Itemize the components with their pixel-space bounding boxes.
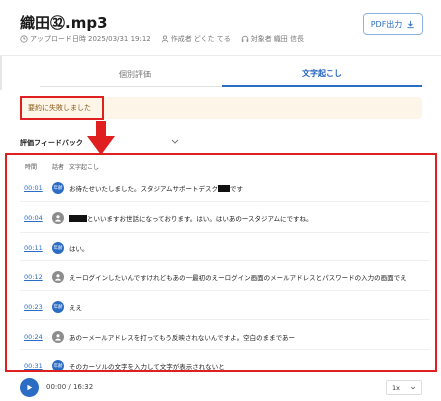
redaction-block: [69, 215, 87, 222]
person-icon: [55, 215, 61, 222]
transcript-row: 00:01 年齢 お待たせいたしました。スタジアムサポートデスク です: [7, 178, 435, 198]
pdf-export-button[interactable]: PDF出力: [363, 13, 423, 35]
customer-avatar: [52, 271, 64, 283]
row-divider: [20, 349, 430, 350]
creator-label: 作成者: [170, 35, 192, 43]
transcript-text: えーログインしたいんですけれどもあの一最初のえーログイン画面のメールアドレスとパ…: [69, 274, 407, 282]
transcript-row: 00:11 年齢 はい。: [7, 238, 435, 258]
clock-icon: [20, 35, 28, 43]
transcript-header: 時間 話者 文字起こし: [25, 162, 99, 171]
transcript-row: 00:31 年齢 そのカーソルの文字を入力して文字が表示されないと: [7, 356, 435, 371]
transcript-text: そのカーソルの文字を入力して文字が表示されないと: [69, 363, 225, 371]
creator-name: どくた てる: [193, 35, 231, 43]
header-text: 文字起こし: [69, 164, 100, 171]
timestamp-link[interactable]: 00:11: [24, 244, 43, 252]
agent-avatar: 年齢: [52, 301, 64, 313]
timestamp-link[interactable]: 00:12: [24, 273, 43, 281]
transcript-text: あのーメールアドレスを打ってもう反映されないんですよ。空白のままであー: [69, 334, 296, 342]
audio-player: 00:00 / 16:32 1x: [0, 374, 441, 401]
row-divider: [20, 260, 430, 261]
upload-info: アップロード日時 2025/03/31 19:12: [20, 34, 151, 44]
transcript-text: はい。: [69, 245, 89, 253]
agent-avatar: 年齢: [52, 360, 64, 370]
tab-individual-evaluation[interactable]: 個別評価: [40, 62, 230, 87]
transcript-text-after: といいますお世話になっております。はい。はいあのースタジアムにですね。: [87, 215, 313, 223]
play-button[interactable]: [20, 378, 39, 397]
agent-avatar-label: 年齢: [53, 246, 63, 251]
playback-speed-value: 1x: [392, 383, 400, 392]
file-meta: アップロード日時 2025/03/31 19:12 作成者 どくた てる 対象者…: [20, 34, 304, 44]
transcript-row: 00:04 といいますお世話になっております。はい。はいあのースタジアムにですね…: [7, 208, 435, 228]
headset-icon: [241, 35, 248, 42]
transcript-text: といいますお世話になっております。はい。はいあのースタジアムにですね。: [69, 213, 313, 223]
timestamp-link[interactable]: 00:01: [24, 184, 43, 192]
upload-datetime: 2025/03/31 19:12: [88, 35, 151, 43]
person-icon: [55, 334, 61, 341]
annotation-arrow-icon: [87, 121, 115, 155]
transcript-row: 00:24 あのーメールアドレスを打ってもう反映されないんですよ。空白のままであ…: [7, 327, 435, 347]
agent-avatar: 年齢: [52, 242, 64, 254]
transcript-row: 00:23 年齢 ええ: [7, 297, 435, 317]
redaction-block: [218, 185, 231, 192]
timestamp-link[interactable]: 00:24: [24, 333, 43, 341]
customer-avatar: [52, 331, 64, 343]
warning-message: 要約に失敗しました: [20, 96, 104, 120]
transcript-text-before: お待たせいたしました。スタジアムサポートデスク: [69, 185, 219, 193]
pdf-export-label: PDF出力: [370, 19, 403, 29]
header-time: 時間: [25, 164, 38, 171]
agent-avatar-label: 年齢: [53, 186, 63, 191]
play-icon: [27, 384, 33, 391]
header-speaker: 話者: [52, 164, 65, 171]
row-divider: [20, 290, 430, 291]
row-divider: [20, 319, 430, 320]
person-icon: [55, 274, 61, 281]
feedback-title: 評価フィードバック: [20, 139, 83, 147]
agent-avatar-label: 年齢: [53, 305, 63, 310]
transcript-text: お待たせいたしました。スタジアムサポートデスク です: [69, 183, 243, 193]
timestamp-link[interactable]: 00:04: [24, 214, 43, 222]
chevron-down-icon[interactable]: [170, 138, 180, 146]
playback-speed-select[interactable]: 1x: [386, 380, 422, 395]
transcript-row: 00:12 えーログインしたいんですけれどもあの一最初のえーログイン画面のメール…: [7, 267, 435, 287]
upload-label: アップロード日時: [30, 35, 86, 43]
customer-avatar: [52, 212, 64, 224]
warning-text: 要約に失敗しました: [28, 104, 91, 112]
header-divider: [0, 55, 441, 56]
chevron-down-icon: [410, 386, 416, 389]
tab-transcription[interactable]: 文字起こし: [222, 62, 422, 87]
agent-avatar-label: 年齢: [53, 364, 63, 369]
creator-info: 作成者 どくた てる: [161, 34, 231, 44]
tab-bar: 個別評価 文字起こし: [0, 62, 441, 87]
transcript-text: ええ: [69, 304, 82, 312]
person-icon: [161, 35, 168, 43]
timestamp-link[interactable]: 00:31: [24, 362, 43, 370]
download-icon: [407, 20, 414, 28]
playback-time: 00:00 / 16:32: [46, 383, 94, 391]
row-divider: [20, 201, 430, 202]
row-divider: [20, 232, 430, 233]
target-name: 織田 信長: [273, 35, 304, 43]
file-title: 織田㉜.mp3: [20, 14, 108, 32]
transcript-text-after: です: [230, 185, 244, 193]
timestamp-link[interactable]: 00:23: [24, 303, 43, 311]
target-label: 対象者: [250, 35, 272, 43]
transcript-panel: 時間 話者 文字起こし 00:01 年齢 お待たせいたしました。スタジアムサポー…: [5, 153, 437, 372]
target-info: 対象者 織田 信長: [241, 34, 304, 44]
agent-avatar: 年齢: [52, 182, 64, 194]
